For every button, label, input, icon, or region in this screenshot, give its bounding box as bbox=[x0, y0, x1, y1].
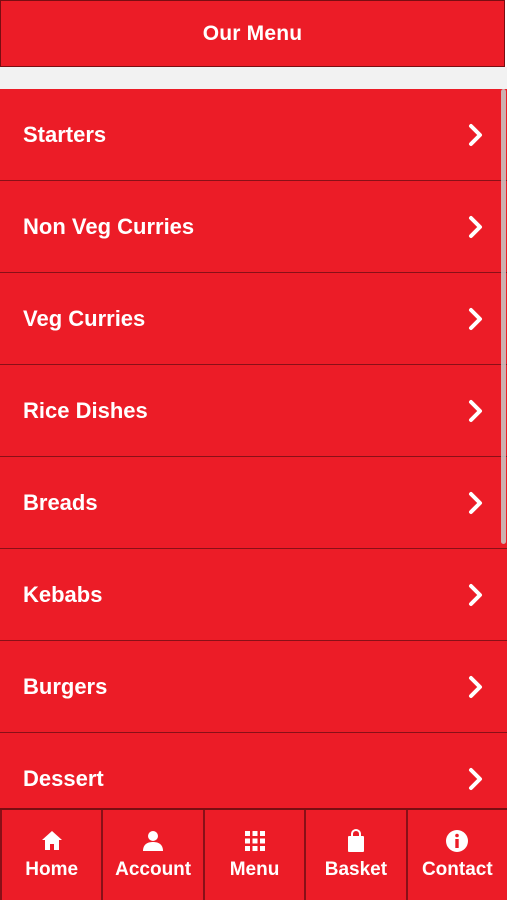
header-bar: Our Menu bbox=[0, 0, 505, 67]
chevron-right-icon bbox=[469, 491, 482, 514]
menu-item-kebabs[interactable]: Kebabs bbox=[0, 549, 507, 641]
nav-item-basket[interactable]: Basket bbox=[304, 810, 405, 900]
menu-item-label: Burgers bbox=[23, 673, 108, 699]
scrollbar[interactable] bbox=[501, 89, 506, 544]
menu-item-label: Veg Curries bbox=[23, 305, 146, 331]
nav-label: Basket bbox=[324, 859, 388, 880]
menu-item-label: Breads bbox=[23, 489, 98, 515]
header-spacer bbox=[0, 67, 507, 89]
nav-item-contact[interactable]: Contact bbox=[405, 810, 507, 900]
nav-label: Account bbox=[115, 859, 192, 880]
chevron-right-icon bbox=[469, 399, 482, 422]
chevron-right-icon bbox=[469, 583, 482, 606]
page-title: Our Menu bbox=[202, 21, 303, 45]
chevron-right-icon bbox=[469, 767, 482, 790]
menu-item-label: Starters bbox=[23, 121, 107, 147]
menu-item-label: Dessert bbox=[23, 765, 104, 791]
menu-item-veg-curries[interactable]: Veg Curries bbox=[0, 273, 507, 365]
chevron-right-icon bbox=[469, 307, 482, 330]
info-icon bbox=[446, 830, 469, 852]
nav-label: Menu bbox=[229, 859, 280, 880]
chevron-right-icon bbox=[469, 675, 482, 698]
bottom-navigation-bar: Home Account Menu Basket Contact bbox=[0, 808, 507, 900]
nav-item-menu[interactable]: Menu bbox=[202, 810, 304, 900]
bag-icon bbox=[347, 829, 364, 852]
menu-item-label: Rice Dishes bbox=[23, 397, 148, 423]
menu-category-list: Starters Non Veg Curries Veg Curries Ric… bbox=[0, 89, 507, 808]
nav-item-home[interactable]: Home bbox=[0, 810, 101, 900]
menu-item-label: Kebabs bbox=[23, 581, 103, 607]
nav-item-account[interactable]: Account bbox=[101, 810, 202, 900]
menu-item-breads[interactable]: Breads bbox=[0, 457, 507, 549]
menu-item-label: Non Veg Curries bbox=[23, 213, 195, 239]
menu-item-dessert[interactable]: Dessert bbox=[0, 733, 507, 808]
menu-item-starters[interactable]: Starters bbox=[0, 89, 507, 181]
menu-item-rice-dishes[interactable]: Rice Dishes bbox=[0, 365, 507, 457]
home-icon bbox=[41, 831, 62, 850]
chevron-right-icon bbox=[469, 215, 482, 238]
menu-item-non-veg-curries[interactable]: Non Veg Curries bbox=[0, 181, 507, 273]
grid-icon bbox=[244, 831, 265, 851]
nav-label: Home bbox=[25, 859, 79, 880]
chevron-right-icon bbox=[469, 123, 482, 146]
user-icon bbox=[143, 831, 164, 851]
menu-item-burgers[interactable]: Burgers bbox=[0, 641, 507, 733]
nav-label: Contact bbox=[421, 859, 493, 880]
app-screen: Our Menu Starters Non Veg Curries Veg Cu… bbox=[0, 0, 507, 900]
